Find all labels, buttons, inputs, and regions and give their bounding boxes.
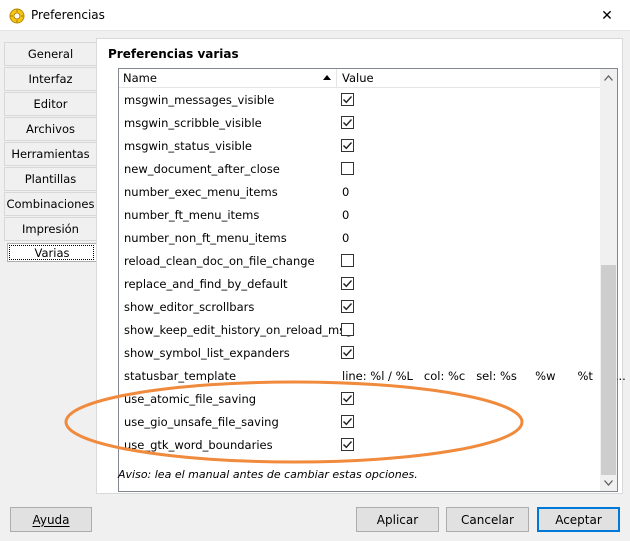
checkbox-unchecked[interactable] — [341, 323, 354, 336]
apply-button[interactable]: Aplicar — [356, 507, 439, 532]
pref-value[interactable]: 0 — [342, 231, 349, 245]
tab-general[interactable]: General — [4, 42, 96, 66]
table-row[interactable]: new_document_after_close — [119, 158, 601, 181]
table-row[interactable]: statusbar_template line: %l / %L col: %c … — [119, 365, 626, 388]
table-row[interactable]: use_gio_unsafe_file_saving — [119, 411, 601, 434]
table-row[interactable]: msgwin_status_visible — [119, 135, 601, 158]
column-header-value[interactable]: Value — [337, 69, 374, 88]
close-icon: ✕ — [601, 7, 613, 24]
tab-impresion[interactable]: Impresión — [4, 217, 96, 241]
pref-name: msgwin_messages_visible — [124, 93, 275, 107]
tab-varias[interactable]: Varias — [7, 243, 96, 262]
table-row[interactable]: show_editor_scrollbars — [119, 296, 601, 319]
sort-ascending-icon — [323, 75, 331, 80]
table-row[interactable]: msgwin_messages_visible — [119, 89, 601, 112]
column-header-name[interactable]: Name — [119, 69, 337, 88]
checkbox-checked[interactable] — [341, 139, 354, 152]
accept-button[interactable]: Aceptar — [537, 507, 620, 532]
table-row[interactable]: number_ft_menu_items 0 — [119, 204, 601, 227]
cancel-button[interactable]: Cancelar — [446, 507, 529, 532]
tab-interfaz[interactable]: Interfaz — [4, 67, 96, 91]
checkmark-icon — [343, 142, 353, 150]
checkmark-icon — [343, 96, 353, 104]
checkbox-unchecked[interactable] — [341, 254, 354, 267]
checkbox-checked[interactable] — [341, 346, 354, 359]
table-row[interactable]: number_exec_menu_items 0 — [119, 181, 601, 204]
title-bar: Preferencias ✕ — [0, 0, 630, 31]
pref-name: new_document_after_close — [124, 162, 280, 176]
pref-name: reload_clean_doc_on_file_change — [124, 254, 315, 268]
vertical-scrollbar[interactable] — [600, 69, 617, 491]
preferences-panel: Preferencias varias Name Value msgwin_me… — [96, 38, 626, 494]
checkmark-icon — [343, 418, 353, 426]
checkbox-checked[interactable] — [341, 300, 354, 313]
checkbox-checked[interactable] — [341, 93, 354, 106]
pref-name: show_symbol_list_expanders — [124, 346, 290, 360]
tree-rows: msgwin_messages_visible msgwin_scribble_v… — [119, 89, 626, 457]
checkmark-icon — [343, 441, 353, 449]
table-row[interactable]: show_symbol_list_expanders — [119, 342, 601, 365]
scroll-up-icon[interactable] — [600, 69, 617, 86]
geany-app-icon — [9, 8, 25, 24]
pref-name: number_ft_menu_items — [124, 208, 260, 222]
close-button[interactable]: ✕ — [584, 0, 630, 31]
table-row[interactable]: reload_clean_doc_on_file_change — [119, 250, 601, 273]
pref-name: use_gtk_word_boundaries — [124, 438, 273, 452]
checkbox-unchecked[interactable] — [341, 162, 354, 175]
pref-name: number_non_ft_menu_items — [124, 231, 287, 245]
table-row[interactable]: show_keep_edit_history_on_reload_msg — [119, 319, 601, 342]
help-button[interactable]: Ayuda — [10, 507, 92, 532]
checkmark-icon — [343, 303, 353, 311]
checkmark-icon — [343, 349, 353, 357]
tab-editor[interactable]: Editor — [4, 92, 96, 116]
checkbox-checked[interactable] — [341, 415, 354, 428]
pref-name: show_editor_scrollbars — [124, 300, 255, 314]
pref-value[interactable]: line: %l / %L col: %c sel: %s %w %t ... — [342, 369, 626, 383]
checkmark-icon — [343, 395, 353, 403]
pref-name: number_exec_menu_items — [124, 185, 278, 199]
pref-name: statusbar_template — [124, 369, 237, 383]
table-row[interactable]: number_non_ft_menu_items 0 — [119, 227, 601, 250]
preferences-tree[interactable]: Name Value msgwin_messages_visible msgwin… — [118, 68, 626, 492]
pref-name: use_gio_unsafe_file_saving — [124, 415, 279, 429]
scrollbar-thumb[interactable] — [601, 265, 616, 475]
table-row[interactable]: use_atomic_file_saving — [119, 388, 601, 411]
table-row[interactable]: msgwin_scribble_visible — [119, 112, 601, 135]
table-row[interactable]: replace_and_find_by_default — [119, 273, 601, 296]
pref-name: use_atomic_file_saving — [124, 392, 257, 406]
tab-combinaciones[interactable]: Combinaciones — [4, 192, 96, 216]
pref-name: msgwin_scribble_visible — [124, 116, 262, 130]
table-row[interactable]: use_gtk_word_boundaries — [119, 434, 601, 457]
checkmark-icon — [343, 280, 353, 288]
warning-note: Aviso: lea el manual antes de cambiar es… — [118, 468, 418, 481]
preferences-tabs: General Interfaz Editor Archivos Herrami… — [4, 42, 96, 263]
tab-archivos[interactable]: Archivos — [4, 117, 96, 141]
tab-plantillas[interactable]: Plantillas — [4, 167, 96, 191]
scroll-down-icon[interactable] — [600, 474, 617, 491]
tab-herramientas[interactable]: Herramientas — [4, 142, 96, 166]
pref-value[interactable]: 0 — [342, 208, 349, 222]
pref-name: replace_and_find_by_default — [124, 277, 288, 291]
checkbox-checked[interactable] — [341, 438, 354, 451]
pref-name: show_keep_edit_history_on_reload_msg — [124, 323, 353, 337]
tree-header: Name Value — [119, 69, 601, 88]
pref-value[interactable]: 0 — [342, 185, 349, 199]
checkbox-checked[interactable] — [341, 116, 354, 129]
checkbox-checked[interactable] — [341, 392, 354, 405]
checkbox-checked[interactable] — [341, 277, 354, 290]
window-title: Preferencias — [31, 8, 105, 22]
pref-name: msgwin_status_visible — [124, 139, 252, 153]
checkmark-icon — [343, 119, 353, 127]
panel-title: Preferencias varias — [108, 47, 239, 61]
